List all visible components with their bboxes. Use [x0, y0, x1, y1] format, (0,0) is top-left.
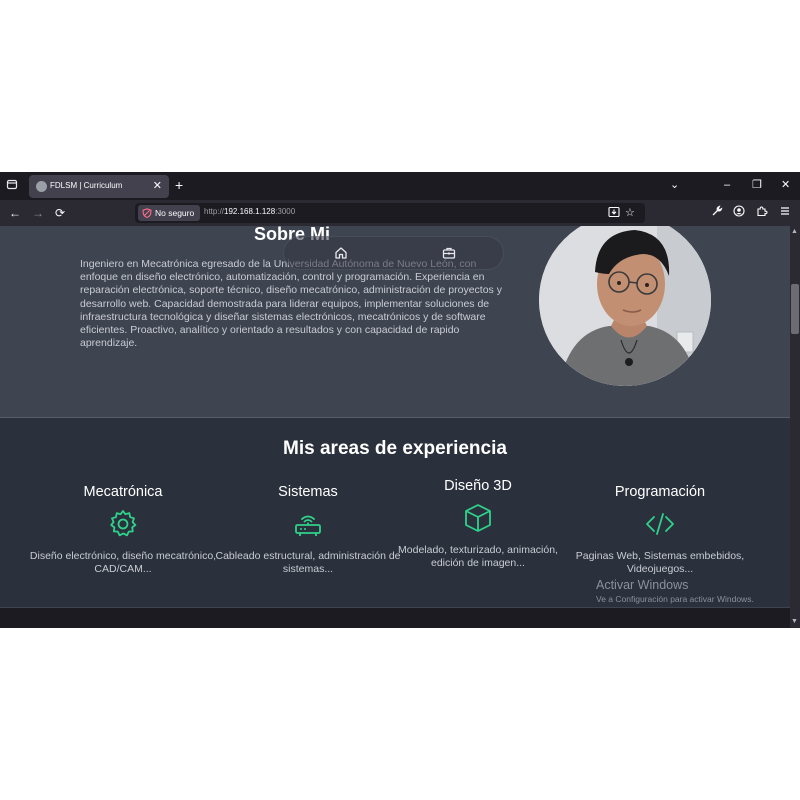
tab-curriculum[interactable]: FDLSM | Curriculum ✕ [29, 175, 169, 198]
close-window-button[interactable]: ✕ [781, 178, 790, 192]
card-description: Modelado, texturizado, animación, edició… [398, 544, 558, 569]
experience-card-mecatronica: Mecatrónica Diseño electrónico, diseño m… [28, 484, 218, 575]
url-bar[interactable]: No seguro http://192.168.1.128:3000 ☆ [135, 203, 645, 223]
shield-warning-icon [142, 208, 152, 218]
browser-window: FDLSM | Curriculum ✕ + ⌄ – ❐ ✕ ← → ⟳ No … [0, 172, 800, 628]
cube-icon [465, 504, 491, 532]
forward-button[interactable]: → [32, 205, 44, 221]
bookmark-star-icon[interactable]: ☆ [625, 206, 635, 220]
windows-activation-watermark: Activar Windows Ve a Configuración para … [596, 578, 754, 604]
card-description: Diseño electrónico, diseño mecatrónico, … [29, 550, 217, 575]
tab-overview-icon[interactable] [4, 178, 20, 194]
experience-card-programacion: Programación Paginas Web, Sistemas embeb… [565, 484, 755, 575]
gear-icon [110, 510, 137, 537]
code-icon [646, 513, 674, 535]
experience-card-sistemas: Sistemas Cableado estructural, administr… [213, 484, 403, 575]
watermark-title: Activar Windows [596, 578, 689, 592]
card-title: Programación [614, 484, 706, 500]
floating-navbar [283, 236, 504, 270]
security-label: No seguro [155, 208, 195, 218]
tools-icon[interactable] [711, 205, 723, 222]
home-icon[interactable] [334, 246, 348, 260]
reload-button[interactable]: ⟳ [55, 205, 65, 221]
account-icon[interactable] [733, 205, 745, 221]
card-title: Diseño 3D [444, 478, 512, 494]
page-viewport: Sobre Mi Ingeniero en Mecatrónica egresa… [0, 226, 790, 628]
card-description: Paginas Web, Sistemas embebidos, Videoju… [575, 550, 745, 575]
scroll-down-icon[interactable]: ▼ [791, 618, 798, 626]
extensions-icon[interactable] [756, 205, 768, 221]
briefcase-icon[interactable] [442, 246, 456, 260]
tab-title: FDLSM | Curriculum [50, 181, 123, 190]
new-tab-button[interactable]: + [175, 177, 183, 193]
favicon-icon [36, 181, 47, 192]
profile-photo [539, 226, 711, 386]
experience-card-diseno-3d: Diseño 3D Modelado, texturizado, animaci… [383, 478, 573, 569]
scroll-up-icon[interactable]: ▲ [791, 228, 798, 236]
about-section: Sobre Mi Ingeniero en Mecatrónica egresa… [0, 226, 790, 418]
url-port: :3000 [275, 207, 296, 216]
scroll-thumb[interactable] [791, 284, 799, 334]
about-description: Ingeniero en Mecatrónica egresado de la … [80, 258, 502, 350]
navigation-bar: ← → ⟳ No seguro http://192.168.1.128:300… [0, 200, 800, 226]
list-all-tabs-icon[interactable]: ⌄ [670, 178, 679, 192]
url-text[interactable]: http://192.168.1.128:3000 [204, 207, 295, 216]
card-title: Sistemas [278, 484, 338, 500]
menu-icon[interactable] [779, 205, 791, 221]
url-scheme: http:// [204, 207, 225, 216]
back-button[interactable]: ← [9, 205, 21, 221]
tab-bar: FDLSM | Curriculum ✕ + ⌄ – ❐ ✕ [0, 172, 800, 200]
experience-title: Mis areas de experiencia [283, 438, 507, 459]
vertical-scrollbar[interactable]: ▲ ▼ [790, 226, 800, 628]
url-host: 192.168.1.128 [224, 207, 276, 216]
tab-close-icon[interactable]: ✕ [153, 179, 162, 193]
router-icon [295, 515, 321, 536]
card-description: Cableado estructural, administración de … [215, 550, 401, 575]
reader-view-icon[interactable] [608, 206, 620, 222]
minimize-button[interactable]: – [724, 178, 730, 192]
watermark-subtitle: Ve a Configuración para activar Windows. [596, 594, 754, 604]
security-indicator[interactable]: No seguro [138, 205, 201, 221]
card-title: Mecatrónica [83, 484, 163, 500]
restore-button[interactable]: ❐ [752, 178, 762, 192]
